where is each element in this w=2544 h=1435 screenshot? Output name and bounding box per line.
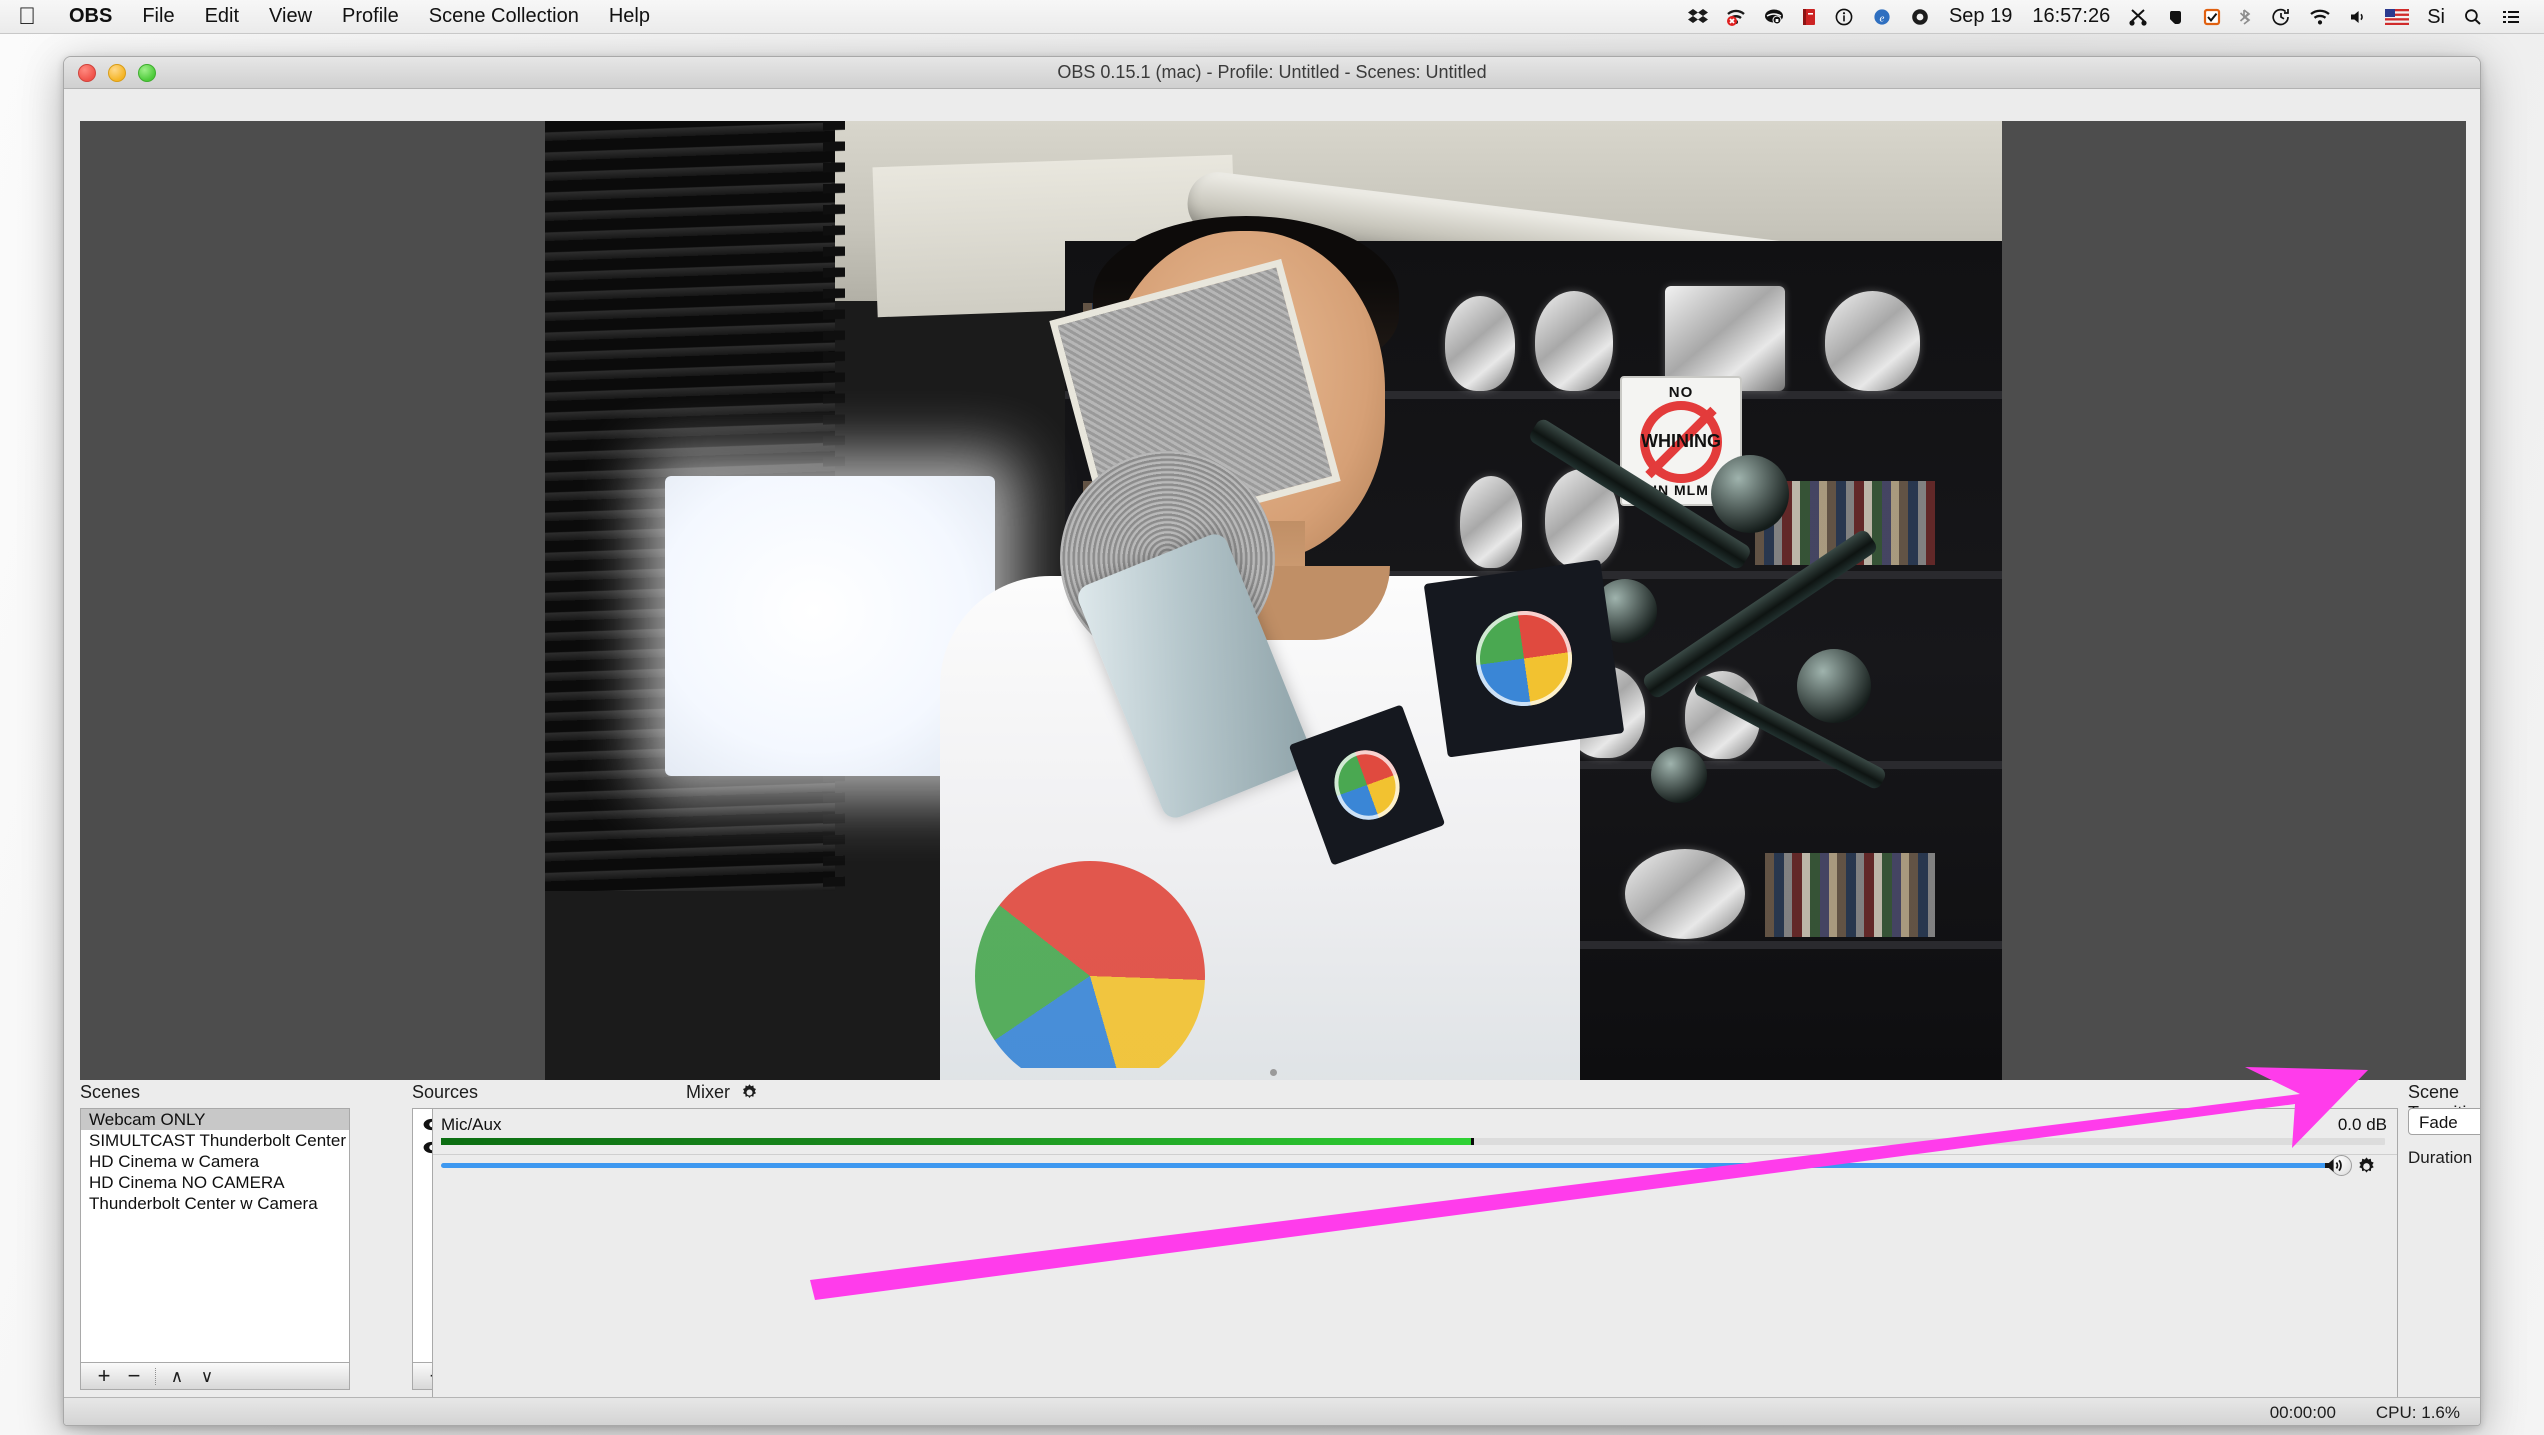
sign-word-text: WHINING: [1641, 431, 1721, 451]
sign-top-text: NO: [1668, 384, 1694, 401]
evernote-icon[interactable]: [2158, 8, 2194, 26]
menubar-time[interactable]: 16:57:26: [2022, 5, 2120, 28]
scissors-icon[interactable]: [2120, 8, 2158, 26]
notification-center-icon[interactable]: [2492, 8, 2530, 26]
mixer-channel-db: 0.0 dB: [2337, 1115, 2387, 1134]
cpu-usage: CPU: 1.6%: [2375, 1402, 2460, 1422]
menu-item-view[interactable]: View: [254, 5, 327, 28]
mixer-mute-speaker-icon[interactable]: [2323, 1156, 2345, 1181]
preview-area: NO WHINING IN MLM: [80, 97, 2466, 1080]
mixer-level-meter-fill: [441, 1138, 1471, 1145]
shirt-logo: [975, 861, 1205, 1068]
menubar-status-icons: e Sep 19 16:57:26 Si: [1679, 5, 2530, 28]
red-book-icon[interactable]: [1793, 8, 1825, 26]
scenes-list[interactable]: Webcam ONLY SIMULTCAST Thunderbolt Cente…: [80, 1108, 350, 1363]
remove-scene-button[interactable]: −: [119, 1363, 149, 1389]
scene-list-item[interactable]: HD Cinema w Camera: [81, 1151, 349, 1172]
add-scene-button[interactable]: +: [89, 1363, 119, 1389]
cloud-lock-icon[interactable]: [1755, 8, 1793, 26]
menubar-date[interactable]: Sep 19: [1939, 5, 2022, 28]
mixer-panel: Mic/Aux 0.0 dB: [432, 1108, 2398, 1417]
transition-select[interactable]: Fade ⌃: [2408, 1108, 2480, 1135]
mixer-channel-name: Mic/Aux: [441, 1115, 502, 1134]
bluetooth-icon[interactable]: [2230, 8, 2262, 26]
mixer-panel-label: Mixer: [686, 1082, 730, 1102]
mixer-panel-header: Mixer: [686, 1082, 759, 1103]
video-preview-canvas[interactable]: NO WHINING IN MLM: [80, 121, 2466, 1080]
apple-logo-icon[interactable]: : [18, 4, 36, 29]
menu-item-scene-collection[interactable]: Scene Collection: [414, 5, 594, 28]
scenes-panel-label: Scenes: [80, 1082, 141, 1102]
mixer-divider: [433, 1154, 2397, 1155]
wifi-icon[interactable]: [2300, 8, 2340, 26]
scene-list-item[interactable]: Webcam ONLY: [81, 1109, 349, 1130]
minimize-button[interactable]: [108, 64, 126, 82]
menu-item-profile[interactable]: Profile: [327, 5, 414, 28]
wifi-error-icon[interactable]: [1717, 8, 1755, 26]
window-traffic-lights: [78, 57, 156, 89]
webcam-video-frame: NO WHINING IN MLM: [545, 121, 2002, 1080]
scene-list-item[interactable]: HD Cinema NO CAMERA: [81, 1172, 349, 1193]
scene-list-item[interactable]: Thunderbolt Center w Camera: [81, 1193, 349, 1214]
checkbox-orange-icon[interactable]: [2194, 8, 2230, 26]
zoom-button[interactable]: [138, 64, 156, 82]
input-source-label[interactable]: Si: [2418, 7, 2454, 27]
toolbar-divider: [155, 1367, 156, 1385]
desktop-background: OBS 0.15.1 (mac) - Profile: Untitled - S…: [0, 34, 2544, 1435]
dropbox-icon[interactable]: [1679, 8, 1717, 26]
mixer-volume-slider[interactable]: [441, 1163, 2341, 1168]
us-flag-icon[interactable]: [2376, 8, 2418, 25]
menu-item-help[interactable]: Help: [594, 5, 665, 28]
preview-selection-handle[interactable]: [1270, 1069, 1277, 1076]
menu-item-file[interactable]: File: [127, 5, 189, 28]
transition-select-value: Fade: [2419, 1113, 2458, 1132]
move-scene-up-button[interactable]: ∧: [162, 1363, 192, 1389]
record-circle-icon[interactable]: [1901, 8, 1939, 26]
close-button[interactable]: [78, 64, 96, 82]
timemachine-icon[interactable]: [2262, 8, 2300, 26]
macos-menubar:  OBS File Edit View Profile Scene Colle…: [0, 0, 2544, 34]
recording-time: 00:00:00: [2269, 1402, 2336, 1422]
mixer-channel-gear-icon[interactable]: [2356, 1156, 2377, 1183]
mixer-level-meter-peak: [1471, 1138, 1474, 1145]
scene-list-item[interactable]: SIMULTCAST Thunderbolt Center NO CAM: [81, 1130, 349, 1151]
dock-panels: Scenes Webcam ONLY SIMULTCAST Thunderbol…: [64, 1080, 2480, 1425]
window-titlebar[interactable]: OBS 0.15.1 (mac) - Profile: Untitled - S…: [64, 57, 2480, 89]
info-circle-icon[interactable]: [1825, 8, 1863, 26]
obs-application-window: OBS 0.15.1 (mac) - Profile: Untitled - S…: [63, 56, 2481, 1426]
svg-text:e: e: [1880, 12, 1885, 24]
volume-icon[interactable]: [2340, 8, 2376, 26]
mixer-settings-gear-icon[interactable]: [740, 1083, 759, 1102]
duration-label: Duration: [2408, 1148, 2473, 1167]
obs-status-bar: 00:00:00 CPU: 1.6%: [64, 1397, 2480, 1425]
mixer-level-meter: [441, 1138, 2385, 1145]
search-icon[interactable]: [2454, 8, 2492, 26]
scenes-toolbar: + − ∧ ∨: [80, 1363, 350, 1390]
sources-panel-label: Sources: [412, 1082, 479, 1102]
e-circle-icon[interactable]: e: [1863, 8, 1901, 26]
mlm-nation-badge-shirt: [1423, 559, 1625, 758]
window-title: OBS 0.15.1 (mac) - Profile: Untitled - S…: [1057, 62, 1487, 82]
menu-item-edit[interactable]: Edit: [190, 5, 254, 28]
move-scene-down-button[interactable]: ∨: [192, 1363, 222, 1389]
menu-item-obs[interactable]: OBS: [54, 5, 127, 28]
